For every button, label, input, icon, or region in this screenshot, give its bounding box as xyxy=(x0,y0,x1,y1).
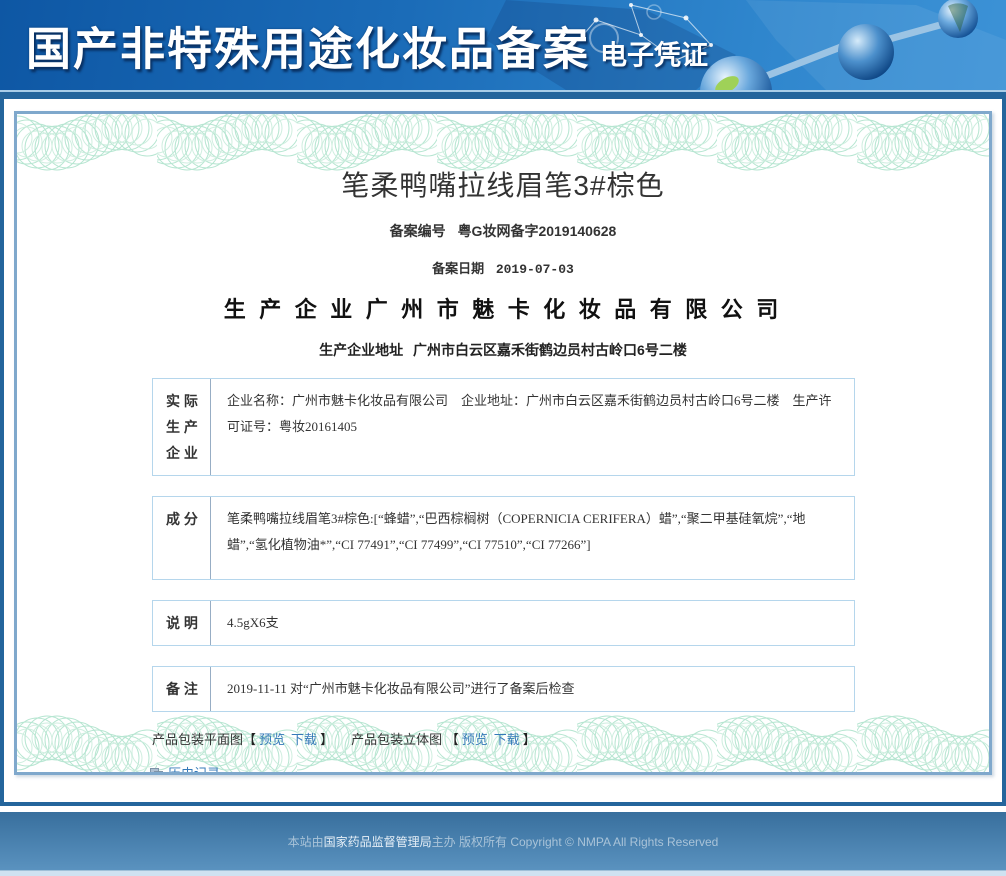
row-label: 成 分 xyxy=(153,497,211,579)
product-title: 笔柔鸭嘴拉线眉笔3#棕色 xyxy=(17,164,989,204)
bracket-close: 】 xyxy=(523,732,536,747)
stereo-preview-link[interactable]: 预览 xyxy=(462,732,488,747)
manufacturer-line: 生 产 企 业 广 州 市 魅 卡 化 妆 品 有 限 公 司 xyxy=(17,292,989,324)
flat-download-link[interactable]: 下载 xyxy=(291,732,317,747)
row-value: 2019-11-11 对“广州市魅卡化妆品有限公司”进行了备案后检查 xyxy=(211,667,854,711)
manufacturer-label: 生 产 企 业 xyxy=(224,297,357,322)
page-footer: 本站由国家药品监督管理局主办 版权所有 Copyright © NMPA All… xyxy=(0,812,1006,870)
manufacturer-address-value: 广州市白云区嘉禾街鹤边员村古岭口6号二楼 xyxy=(413,342,687,358)
history-windows-icon xyxy=(150,768,163,775)
record-date-value: 2019-07-03 xyxy=(496,262,574,277)
bracket-open: 【 xyxy=(243,732,256,747)
info-table: 实 际 生 产 企 业 企业名称：广州市魅卡化妆品有限公司 企业地址：广州市白云… xyxy=(152,378,855,712)
record-date-label: 备案日期 xyxy=(432,261,484,276)
footer-prefix: 本站由 xyxy=(288,835,324,849)
history-link[interactable]: 历史记录 xyxy=(168,766,220,775)
flat-preview-link[interactable]: 预览 xyxy=(259,732,285,747)
row-ingredients: 成 分 笔柔鸭嘴拉线眉笔3#棕色:[“蜂蜡”,“巴西棕榈树（COPERNICIA… xyxy=(152,496,855,580)
row-label: 备 注 xyxy=(153,667,211,711)
page-frame: 笔柔鸭嘴拉线眉笔3#棕色 备案编号 粤G妆网备字2019140628 备案日期 … xyxy=(0,92,1006,806)
record-number-label: 备案编号 xyxy=(390,223,446,239)
header-banner: 国产非特殊用途化妆品备案电子凭证 xyxy=(0,0,1006,90)
history-line: 历史记录 xyxy=(150,763,989,775)
manufacturer-address-label: 生产企业地址 xyxy=(319,342,403,358)
row-actual-manufacturer: 实 际 生 产 企 业 企业名称：广州市魅卡化妆品有限公司 企业地址：广州市白云… xyxy=(152,378,855,476)
banner-title: 国产非特殊用途化妆品备案 xyxy=(26,24,590,75)
bracket-close: 】 xyxy=(320,732,333,747)
packaging-stereo-label: 产品包装立体图 xyxy=(351,732,442,747)
row-value: 笔柔鸭嘴拉线眉笔3#棕色:[“蜂蜡”,“巴西棕榈树（COPERNICIA CER… xyxy=(211,497,854,579)
record-number-value: 粤G妆网备字2019140628 xyxy=(458,223,617,239)
manufacturer-value: 广 州 市 魅 卡 化 妆 品 有 限 公 司 xyxy=(366,297,783,322)
row-remarks: 备 注 2019-11-11 对“广州市魅卡化妆品有限公司”进行了备案后检查 xyxy=(152,666,855,712)
row-value: 4.5gX6支 xyxy=(211,601,854,645)
row-label: 说 明 xyxy=(153,601,211,645)
row-label: 实 际 生 产 企 业 xyxy=(153,379,211,475)
record-number-line: 备案编号 粤G妆网备字2019140628 xyxy=(17,221,989,241)
manufacturer-address-line: 生产企业地址 广州市白云区嘉禾街鹤边员村古岭口6号二楼 xyxy=(17,340,989,360)
packaging-flat-label: 产品包装平面图 xyxy=(152,732,243,747)
record-date-line: 备案日期 2019-07-03 xyxy=(17,258,989,277)
stereo-download-link[interactable]: 下载 xyxy=(494,732,520,747)
row-description: 说 明 4.5gX6支 xyxy=(152,600,855,646)
bottom-strip xyxy=(0,870,1006,876)
packaging-links-line: 产品包装平面图【预览下载】产品包装立体图 【预览下载】 xyxy=(152,729,989,748)
certificate-card: 笔柔鸭嘴拉线眉笔3#棕色 备案编号 粤G妆网备字2019140628 备案日期 … xyxy=(14,111,992,775)
footer-suffix: 主办 版权所有 Copyright © NMPA All Rights Rese… xyxy=(432,835,719,849)
nmpa-org-link[interactable]: 国家药品监督管理局 xyxy=(324,835,432,849)
row-value: 企业名称：广州市魅卡化妆品有限公司 企业地址：广州市白云区嘉禾街鹤边员村古岭口6… xyxy=(211,379,854,475)
bracket-open: 【 xyxy=(446,732,459,747)
banner-subtitle: 电子凭证 xyxy=(600,41,708,71)
